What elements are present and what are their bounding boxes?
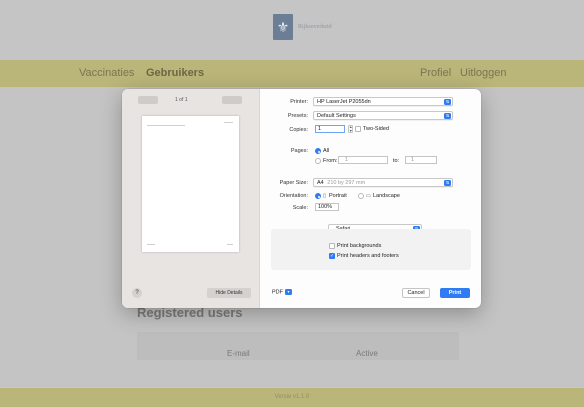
- page-thumbnail: [142, 116, 239, 252]
- nav-vaccinaties[interactable]: Vaccinaties: [79, 67, 134, 79]
- hide-details-button[interactable]: Hide Details: [207, 288, 251, 298]
- copies-input[interactable]: 1: [315, 125, 345, 133]
- print-preview-pane: 1 of 1 ? Hide Details: [122, 89, 260, 308]
- app-footer: Versie v1.1.0: [0, 388, 584, 407]
- chevron-updown-icon: ⇅: [444, 180, 451, 186]
- pdf-label: PDF: [272, 289, 283, 296]
- nav-gebruikers[interactable]: Gebruikers: [146, 67, 204, 79]
- print-dialog: 1 of 1 ? Hide Details Printer: HP LaserJ…: [122, 89, 481, 308]
- printer-label: Printer:: [290, 99, 308, 105]
- orientation-label: Orientation:: [279, 193, 308, 199]
- pages-from-input[interactable]: 1: [338, 156, 388, 164]
- column-email: E-mail: [227, 349, 250, 358]
- cancel-button[interactable]: Cancel: [402, 288, 430, 298]
- portrait-label: Portrait: [329, 193, 347, 199]
- users-table-header: E-mail Active: [137, 332, 459, 360]
- thumbnail-date-line: [224, 122, 233, 123]
- thumbnail-footer-line: [147, 244, 155, 245]
- print-button[interactable]: Print: [440, 288, 470, 298]
- help-button[interactable]: ?: [132, 288, 142, 298]
- copies-label: Copies:: [289, 127, 308, 133]
- pages-from-label: From:: [323, 158, 338, 164]
- print-headers-footers-checkbox[interactable]: ✓: [329, 253, 335, 259]
- pages-all-radio[interactable]: [315, 148, 321, 154]
- paper-size-dims: 210 by 297 mm: [327, 180, 366, 186]
- app-options-panel: Print backgrounds ✓ Print headers and fo…: [271, 229, 471, 270]
- chevron-down-icon: ▾: [285, 289, 292, 295]
- previous-page-button[interactable]: [138, 96, 158, 104]
- copies-stepper[interactable]: ▲ ▼: [348, 125, 353, 133]
- print-headers-footers-label: Print headers and footers: [337, 253, 399, 259]
- presets-label: Presets:: [287, 113, 308, 119]
- scale-input[interactable]: 100%: [315, 203, 339, 211]
- two-sided-label: Two-Sided: [363, 126, 389, 132]
- pages-range-radio[interactable]: [315, 158, 321, 164]
- thumbnail-header-line: [147, 125, 185, 126]
- two-sided-checkbox[interactable]: [355, 126, 361, 132]
- portrait-radio[interactable]: [315, 193, 321, 199]
- print-backgrounds-checkbox[interactable]: [329, 243, 335, 249]
- paper-size-select[interactable]: A4 210 by 297 mm ⇅: [313, 178, 453, 187]
- landscape-radio[interactable]: [358, 193, 364, 199]
- pages-to-input[interactable]: 1: [405, 156, 437, 164]
- pages-label: Pages:: [290, 148, 308, 154]
- chevron-updown-icon: ⇅: [444, 113, 451, 119]
- chevron-updown-icon: ⇅: [444, 99, 451, 105]
- column-active: Active: [356, 349, 378, 358]
- pdf-menu-button[interactable]: PDF ▾: [272, 289, 292, 295]
- next-page-button[interactable]: [222, 96, 242, 104]
- pages-to-value: 1: [411, 157, 415, 163]
- portrait-icon: ▯: [323, 193, 326, 199]
- coat-of-arms-icon: ⚜: [273, 14, 293, 40]
- pages-all-label: All: [323, 148, 330, 154]
- pages-from-value: 1: [345, 157, 349, 163]
- printer-select[interactable]: HP LaserJet P2055dn ⇅: [313, 97, 453, 106]
- pages-to-label: to:: [393, 158, 400, 164]
- logo-text: Rijksoverheid: [298, 24, 332, 30]
- nav-profiel[interactable]: Profiel: [420, 67, 451, 79]
- page-count: 1 of 1: [175, 97, 188, 103]
- presets-value: Default Settings: [317, 113, 356, 119]
- app-header: ⚜ Rijksoverheid: [0, 0, 584, 60]
- printer-value: HP LaserJet P2055dn: [317, 99, 371, 105]
- main-nav: Vaccinaties Gebruikers Profiel Uitloggen: [0, 60, 584, 87]
- landscape-label: Landscape: [373, 193, 400, 199]
- paper-size-label: Paper Size:: [279, 180, 308, 186]
- thumbnail-page-number: [227, 244, 233, 245]
- presets-select[interactable]: Default Settings ⇅: [313, 111, 453, 120]
- paper-size-value: A4: [317, 180, 324, 186]
- logo: ⚜ Rijksoverheid: [273, 14, 332, 40]
- nav-uitloggen[interactable]: Uitloggen: [460, 67, 506, 79]
- print-backgrounds-label: Print backgrounds: [337, 243, 382, 249]
- landscape-icon: ▭: [366, 193, 371, 199]
- scale-label: Scale:: [292, 205, 308, 211]
